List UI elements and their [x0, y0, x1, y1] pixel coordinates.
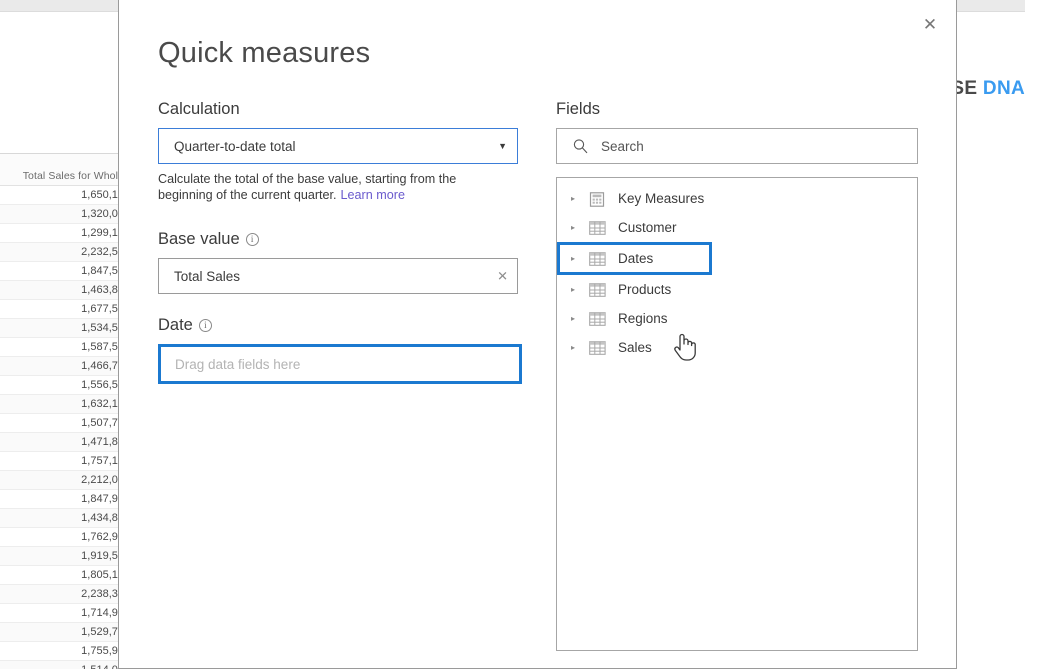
- table-body: 1,650,19 1,320,03 1,299,15 2,232,53 1,847,55…: [0, 186, 128, 669]
- table-row: 1,434,85: [0, 509, 128, 528]
- table-row: 1,847,55: [0, 262, 128, 281]
- calculator-icon: [589, 191, 607, 207]
- table-row: 1,463,86: [0, 281, 128, 300]
- chevron-right-icon[interactable]: ▸: [571, 194, 587, 203]
- fields-list-item-label: Customer: [618, 220, 677, 235]
- table-row: 1,714,99: [0, 604, 128, 623]
- fields-list-item-customer[interactable]: ▸ Customer: [557, 213, 917, 242]
- calculation-label: Calculation: [158, 100, 523, 119]
- table-row: 1,534,56: [0, 319, 128, 338]
- fields-list-item-label: Regions: [618, 311, 668, 326]
- brand-logo-blue: DNA: [982, 78, 1025, 99]
- chevron-right-icon[interactable]: ▸: [571, 254, 587, 263]
- canvas-right-strip: [963, 12, 1039, 20]
- info-icon[interactable]: i: [198, 319, 212, 333]
- dialog-left-column: Calculation Quarter-to-date total ▼ Calc…: [158, 100, 523, 385]
- base-value-label-text: Base value: [158, 230, 240, 249]
- close-icon[interactable]: ✕: [497, 270, 508, 283]
- fields-list-item-label: Sales: [618, 340, 652, 355]
- date-label-text: Date: [158, 316, 193, 335]
- table-row: 1,650,19: [0, 186, 128, 205]
- app-ribbon-area: [0, 13, 118, 153]
- quick-measures-dialog: ✕ Quick measures Calculation Quarter-to-…: [118, 0, 957, 669]
- fields-list-item-label: Key Measures: [618, 191, 705, 206]
- table-column-header-label: Total Sales for Whole: [22, 170, 124, 182]
- calculation-selected-value: Quarter-to-date total: [174, 138, 296, 154]
- table-row: 1,632,14: [0, 395, 128, 414]
- table-column-header: Total Sales for Whole: [0, 154, 128, 186]
- table-row: 1,847,90: [0, 490, 128, 509]
- background-data-table: Total Sales for Whole 1,650,19 1,320,03 1,…: [0, 154, 128, 669]
- calculation-select[interactable]: Quarter-to-date total ▼: [158, 128, 518, 164]
- date-label: Date i: [158, 316, 523, 335]
- table-row: 1,919,59: [0, 547, 128, 566]
- table-row: 1,755,94: [0, 642, 128, 661]
- table-row: 1,757,18: [0, 452, 128, 471]
- date-drop-zone-placeholder: Drag data fields here: [175, 356, 301, 372]
- canvas-right-edge: [1025, 0, 1039, 669]
- table-row: 1,805,19: [0, 566, 128, 585]
- chevron-right-icon[interactable]: ▸: [571, 223, 587, 232]
- table-row: 1,466,71: [0, 357, 128, 376]
- fields-label-text: Fields: [556, 100, 601, 118]
- dialog-right-column: Fields Search ▸ Key Measures ▸ Customer ▸ Dat…: [556, 100, 918, 651]
- table-row: 2,212,09: [0, 471, 128, 490]
- screen: Total Sales for Whole 1,650,19 1,320,03 1,…: [0, 0, 1039, 669]
- table-icon: [589, 220, 607, 235]
- chevron-down-icon: ▼: [498, 141, 507, 151]
- fields-search-box[interactable]: Search: [556, 128, 918, 164]
- calculation-label-text: Calculation: [158, 100, 240, 118]
- fields-list-item-regions[interactable]: ▸ Regions: [557, 304, 917, 333]
- table-icon: [589, 340, 607, 355]
- learn-more-link[interactable]: Learn more: [341, 188, 405, 202]
- table-row: 1,762,94: [0, 528, 128, 547]
- table-row: 2,232,53: [0, 243, 128, 262]
- fields-list-item-label: Dates: [618, 251, 654, 266]
- table-row: 1,471,81: [0, 433, 128, 452]
- close-icon[interactable]: ✕: [910, 6, 950, 42]
- table-row: 1,299,15: [0, 224, 128, 243]
- table-row: 1,514,03: [0, 661, 128, 669]
- fields-list-item-label: Products: [618, 282, 672, 297]
- fields-list: ▸ Key Measures ▸ Customer ▸ Dates ▸ Products ▸ Re…: [556, 177, 918, 651]
- table-row: 1,529,79: [0, 623, 128, 642]
- table-icon: [589, 282, 607, 297]
- fields-list-body: ▸ Key Measures ▸ Customer ▸ Dates ▸ Products ▸ Re…: [557, 184, 917, 362]
- table-row: 2,238,36: [0, 585, 128, 604]
- chevron-right-icon[interactable]: ▸: [571, 314, 587, 323]
- table-row: 1,587,56: [0, 338, 128, 357]
- base-value-field-value: Total Sales: [174, 268, 241, 284]
- chevron-right-icon[interactable]: ▸: [571, 285, 587, 294]
- brand-logo: SE DNA: [951, 78, 1025, 100]
- base-value-field[interactable]: Total Sales ✕: [158, 258, 518, 295]
- fields-list-item-dates[interactable]: ▸ Dates: [557, 242, 712, 275]
- dialog-title: Quick measures: [158, 37, 371, 69]
- chevron-right-icon[interactable]: ▸: [571, 343, 587, 352]
- calculation-description-text: Calculate the total of the base value, s…: [158, 172, 457, 203]
- fields-search-placeholder: Search: [601, 138, 644, 154]
- date-drop-zone[interactable]: Drag data fields here: [158, 344, 522, 385]
- table-icon: [589, 311, 607, 326]
- base-value-label: Base value i: [158, 230, 523, 249]
- table-row: 1,556,56: [0, 376, 128, 395]
- fields-list-item-key-measures[interactable]: ▸ Key Measures: [557, 184, 917, 213]
- table-row: 1,507,76: [0, 414, 128, 433]
- table-row: 1,320,03: [0, 205, 128, 224]
- search-icon: [573, 139, 588, 154]
- fields-list-item-sales[interactable]: ▸ Sales: [557, 333, 917, 362]
- table-row: 1,677,50: [0, 300, 128, 319]
- fields-label: Fields: [556, 100, 918, 119]
- fields-list-item-products[interactable]: ▸ Products: [557, 275, 917, 304]
- info-icon[interactable]: i: [245, 233, 259, 247]
- table-icon: [589, 251, 607, 266]
- calculation-description: Calculate the total of the base value, s…: [158, 171, 510, 203]
